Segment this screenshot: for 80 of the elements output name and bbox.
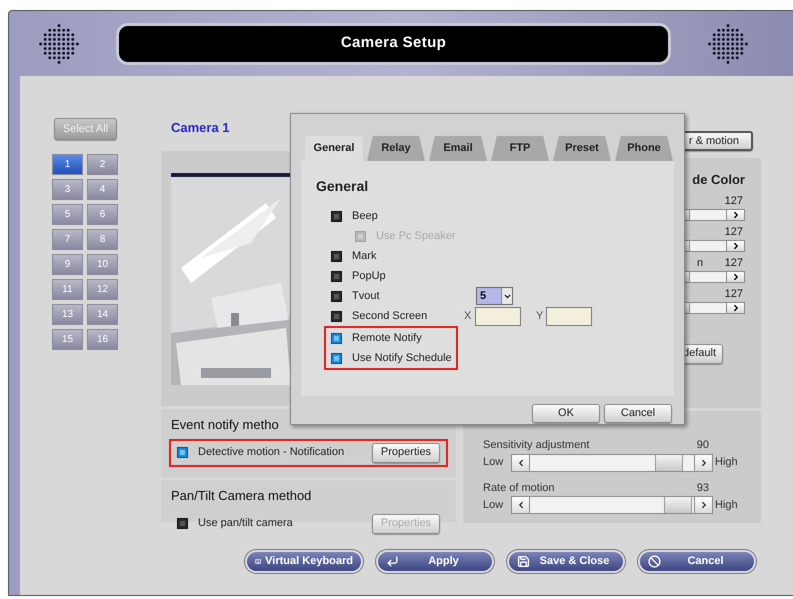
option-label: Use Notify Schedule bbox=[352, 352, 452, 364]
panel-title: de Color bbox=[692, 171, 745, 189]
option-label: Second Screen bbox=[352, 310, 428, 322]
select-all-button[interactable]: Select All bbox=[54, 118, 117, 140]
tab[interactable]: Phone bbox=[615, 136, 673, 161]
enter-icon bbox=[386, 555, 399, 568]
camera-button[interactable]: 14 bbox=[87, 304, 118, 325]
option-label: PopUp bbox=[352, 270, 386, 282]
slider[interactable] bbox=[511, 496, 713, 514]
tab[interactable]: FTP bbox=[491, 136, 549, 161]
dialog-button[interactable]: Cancel bbox=[604, 404, 672, 423]
tab[interactable]: Relay bbox=[367, 136, 425, 161]
camera-button[interactable]: 4 bbox=[87, 179, 118, 200]
high-label: High bbox=[714, 455, 739, 470]
action-button[interactable]: Virtual Keyboard bbox=[245, 550, 363, 573]
camera-button[interactable]: 16 bbox=[87, 329, 118, 350]
option-label: Detective motion - Notification bbox=[198, 445, 346, 460]
option-label: Use pan/tilt camera bbox=[198, 516, 294, 532]
slider-label: Sensitivity adjustment bbox=[483, 438, 590, 453]
slider-value: 127 bbox=[724, 286, 744, 302]
slider-thumb[interactable] bbox=[664, 497, 692, 513]
slider-value: 127 bbox=[724, 194, 744, 208]
camera-button[interactable]: 8 bbox=[87, 229, 118, 250]
slider-label: n bbox=[697, 256, 704, 270]
y-input-field[interactable] bbox=[546, 306, 592, 326]
camera-button[interactable]: 13 bbox=[52, 304, 83, 325]
panel-title: Pan/Tilt Camera method bbox=[171, 487, 312, 505]
camera-button[interactable]: 10 bbox=[87, 254, 118, 275]
window-title: Camera Setup bbox=[340, 33, 446, 54]
action-button[interactable]: Apply bbox=[376, 550, 494, 573]
slider-thumb[interactable] bbox=[655, 454, 684, 470]
slider-value: 127 bbox=[724, 256, 744, 270]
camera-button[interactable]: 7 bbox=[52, 229, 83, 250]
checkbox[interactable] bbox=[331, 332, 342, 344]
camera-button[interactable]: 2 bbox=[87, 154, 118, 175]
checkbox[interactable] bbox=[177, 518, 188, 529]
option-label: Remote Notify bbox=[352, 332, 422, 344]
low-label: Low bbox=[483, 455, 504, 470]
option-label: Beep bbox=[352, 210, 378, 222]
camera-button[interactable]: 11 bbox=[52, 279, 83, 300]
checkbox[interactable] bbox=[331, 290, 342, 302]
camera-button[interactable]: 6 bbox=[87, 204, 118, 225]
slider-value: 93 bbox=[696, 480, 709, 496]
action-button[interactable]: Save & Close bbox=[507, 550, 625, 573]
save-icon bbox=[517, 555, 530, 568]
section-heading: General bbox=[316, 177, 370, 196]
checkbox[interactable] bbox=[331, 310, 342, 322]
slider-value: 127 bbox=[724, 224, 744, 240]
option-label: Mark bbox=[352, 250, 376, 262]
camera-button[interactable]: 15 bbox=[52, 329, 83, 350]
slider[interactable] bbox=[511, 454, 713, 472]
checkbox[interactable] bbox=[331, 250, 342, 262]
cancel-icon bbox=[648, 555, 661, 568]
camera-button[interactable]: 5 bbox=[52, 204, 83, 225]
slider-label: Rate of motion bbox=[483, 480, 555, 496]
high-label: High bbox=[714, 498, 739, 513]
checkbox[interactable] bbox=[331, 270, 342, 282]
camera-title: Camera 1 bbox=[170, 119, 231, 137]
option-label: Tvout bbox=[352, 290, 380, 302]
camera-button[interactable]: 9 bbox=[52, 254, 83, 275]
slider-value: 90 bbox=[696, 438, 709, 453]
checkbox[interactable] bbox=[177, 447, 188, 458]
camera-button[interactable]: 3 bbox=[52, 179, 83, 200]
y-label: Y bbox=[536, 308, 544, 324]
x-input-field[interactable] bbox=[475, 306, 521, 326]
dialog-button[interactable]: OK bbox=[532, 404, 600, 423]
properties-button[interactable]: Properties bbox=[372, 442, 440, 462]
panel-title: Event notify metho bbox=[171, 416, 280, 434]
checkbox[interactable] bbox=[331, 210, 342, 222]
x-label: X bbox=[464, 308, 472, 324]
action-button[interactable]: Cancel bbox=[638, 550, 756, 573]
low-label: Low bbox=[483, 498, 504, 513]
properties-button[interactable]: Properties bbox=[372, 514, 440, 534]
tab[interactable]: Preset bbox=[553, 136, 611, 161]
tab[interactable]: Email bbox=[429, 136, 487, 161]
camera-button[interactable]: 1 bbox=[52, 154, 83, 175]
dropdown[interactable]: 5 bbox=[476, 287, 513, 305]
checkbox[interactable] bbox=[331, 352, 342, 364]
camera-button[interactable]: 12 bbox=[87, 279, 118, 300]
tab[interactable]: General bbox=[305, 136, 363, 161]
